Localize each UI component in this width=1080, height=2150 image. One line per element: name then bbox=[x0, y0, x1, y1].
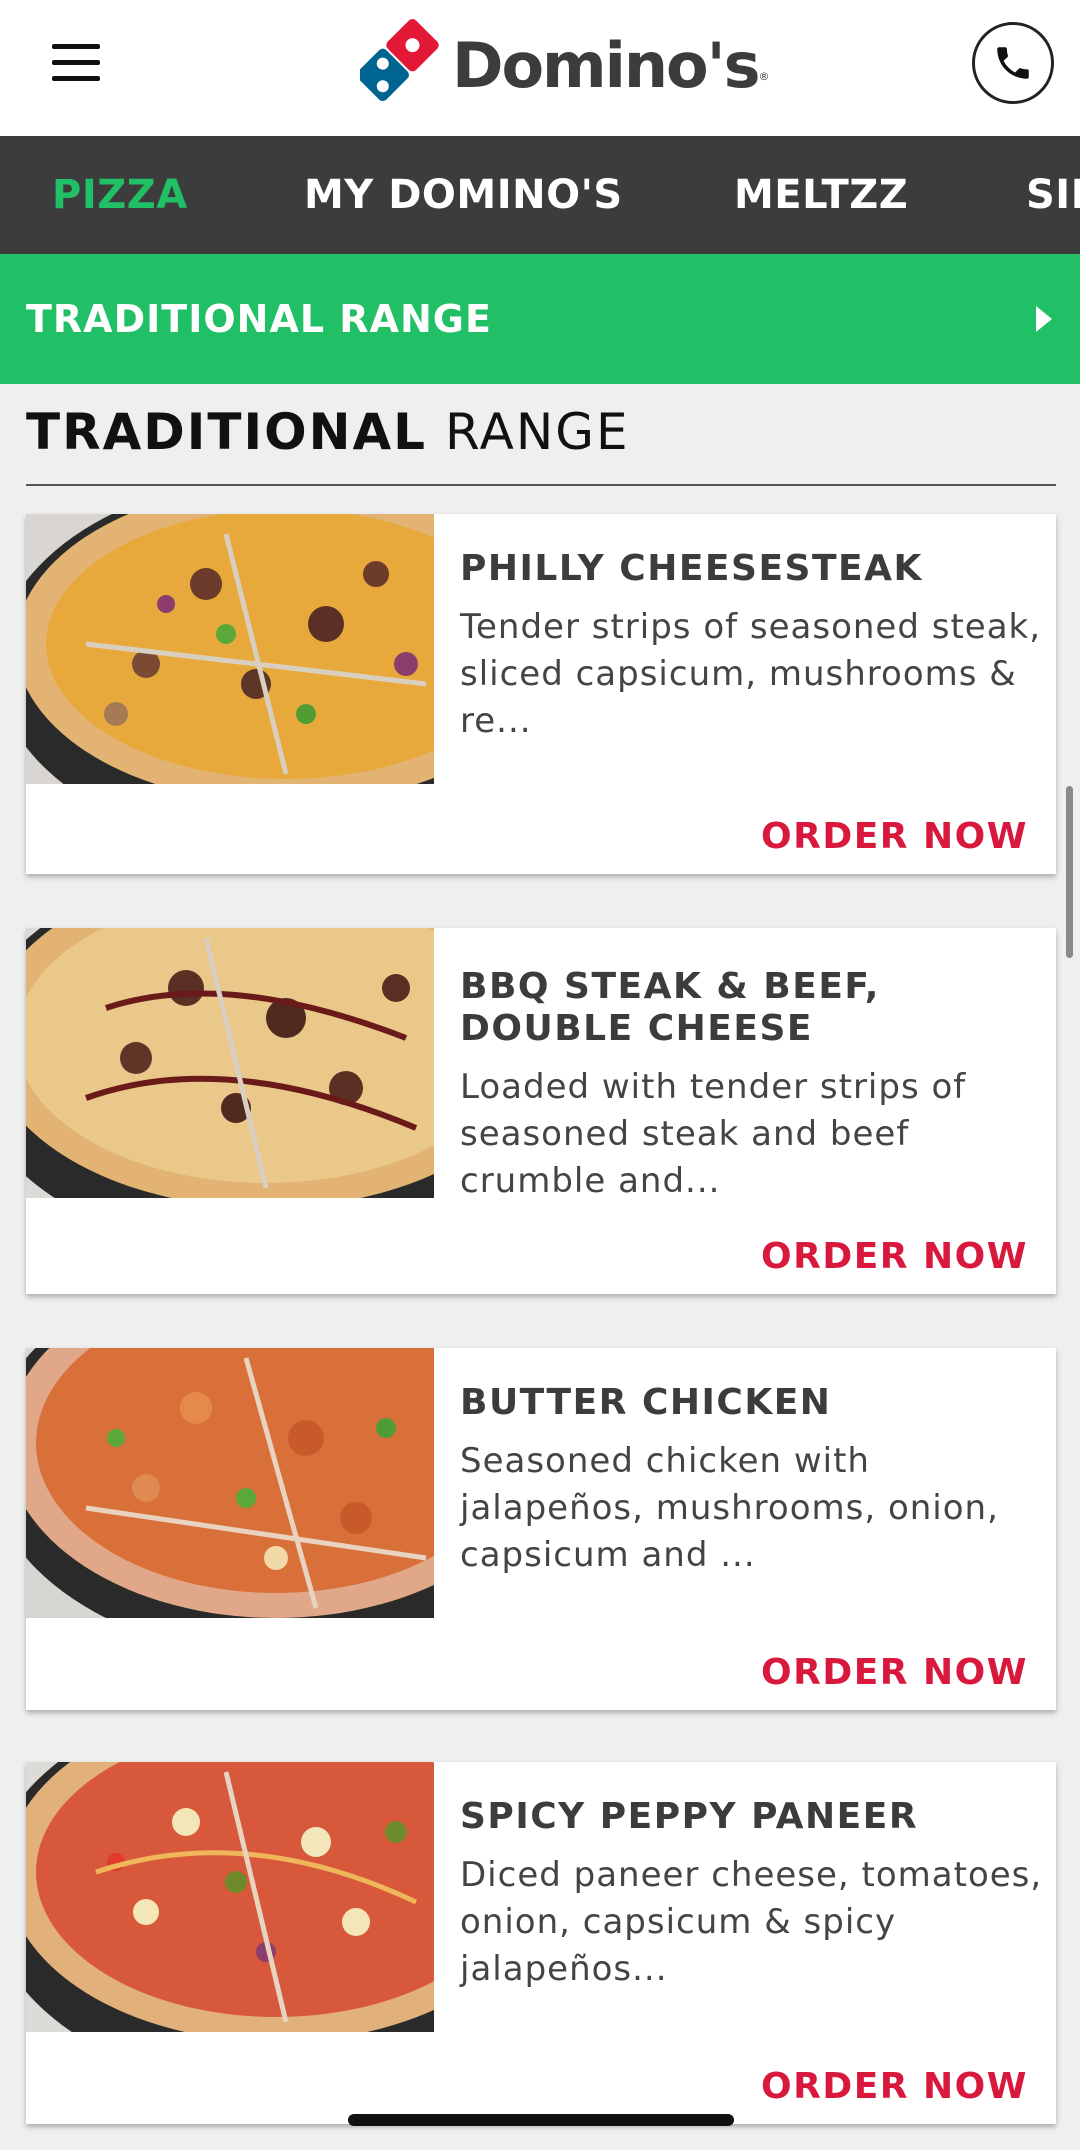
tab-pizza[interactable]: PIZZA bbox=[52, 136, 188, 254]
product-image[interactable] bbox=[26, 1348, 434, 1618]
order-now-button[interactable]: ORDER NOW bbox=[761, 2066, 1028, 2107]
product-description: Seasoned chicken with jalapeños, mushroo… bbox=[460, 1441, 999, 1575]
range-selector-bar[interactable]: TRADITIONAL RANGE bbox=[0, 254, 1080, 384]
section-title-light: RANGE bbox=[444, 403, 630, 461]
product-card[interactable]: BBQ STEAK & BEEF, DOUBLE CHEESE Loaded w… bbox=[26, 928, 1056, 1294]
order-now-button[interactable]: ORDER NOW bbox=[761, 816, 1028, 857]
order-now-button[interactable]: ORDER NOW bbox=[761, 1652, 1028, 1693]
category-nav: PIZZA MY DOMINO'S MELTZZ SIDES bbox=[0, 136, 1080, 254]
product-name: BBQ STEAK & BEEF, DOUBLE CHEESE bbox=[460, 966, 880, 1049]
tab-meltzz[interactable]: MELTZZ bbox=[734, 136, 908, 254]
product-image[interactable] bbox=[26, 1762, 434, 2032]
section-title: TRADITIONAL RANGE bbox=[26, 400, 630, 464]
dominos-logo-icon bbox=[360, 18, 439, 102]
order-now-button[interactable]: ORDER NOW bbox=[761, 1236, 1028, 1277]
product-image[interactable] bbox=[26, 928, 434, 1198]
call-button[interactable] bbox=[972, 22, 1054, 104]
home-indicator[interactable] bbox=[348, 2114, 734, 2126]
section-title-bold: TRADITIONAL bbox=[26, 403, 428, 461]
hamburger-menu-icon[interactable] bbox=[52, 44, 100, 81]
phone-icon bbox=[997, 47, 1029, 79]
product-card[interactable]: PHILLY CHEESESTEAK Tender strips of seas… bbox=[26, 514, 1056, 874]
app-header: Domino's ® bbox=[0, 0, 1080, 136]
tab-sides[interactable]: SIDES bbox=[1026, 136, 1080, 254]
product-card[interactable]: SPICY PEPPY PANEER Diced paneer cheese, … bbox=[26, 1762, 1056, 2124]
section-divider bbox=[26, 484, 1056, 486]
product-image[interactable] bbox=[26, 514, 434, 784]
dominos-logo[interactable]: Domino's ® bbox=[360, 10, 770, 120]
brand-name: Domino's bbox=[452, 28, 761, 102]
product-description: Tender strips of seasoned steak, sliced … bbox=[460, 607, 1042, 741]
scrollbar[interactable] bbox=[1066, 786, 1073, 958]
product-card[interactable]: BUTTER CHICKEN Seasoned chicken with jal… bbox=[26, 1348, 1056, 1710]
range-selector-label: TRADITIONAL RANGE bbox=[26, 297, 492, 341]
product-name: BUTTER CHICKEN bbox=[460, 1382, 832, 1423]
chevron-right-icon bbox=[1036, 306, 1052, 332]
tab-my-dominos[interactable]: MY DOMINO'S bbox=[304, 136, 623, 254]
product-description: Loaded with tender strips of seasoned st… bbox=[460, 1067, 967, 1201]
product-description: Diced paneer cheese, tomatoes, onion, ca… bbox=[460, 1855, 1043, 1989]
product-name: SPICY PEPPY PANEER bbox=[460, 1796, 919, 1837]
brand-registered-mark: ® bbox=[758, 69, 770, 83]
product-name: PHILLY CHEESESTEAK bbox=[460, 548, 923, 589]
